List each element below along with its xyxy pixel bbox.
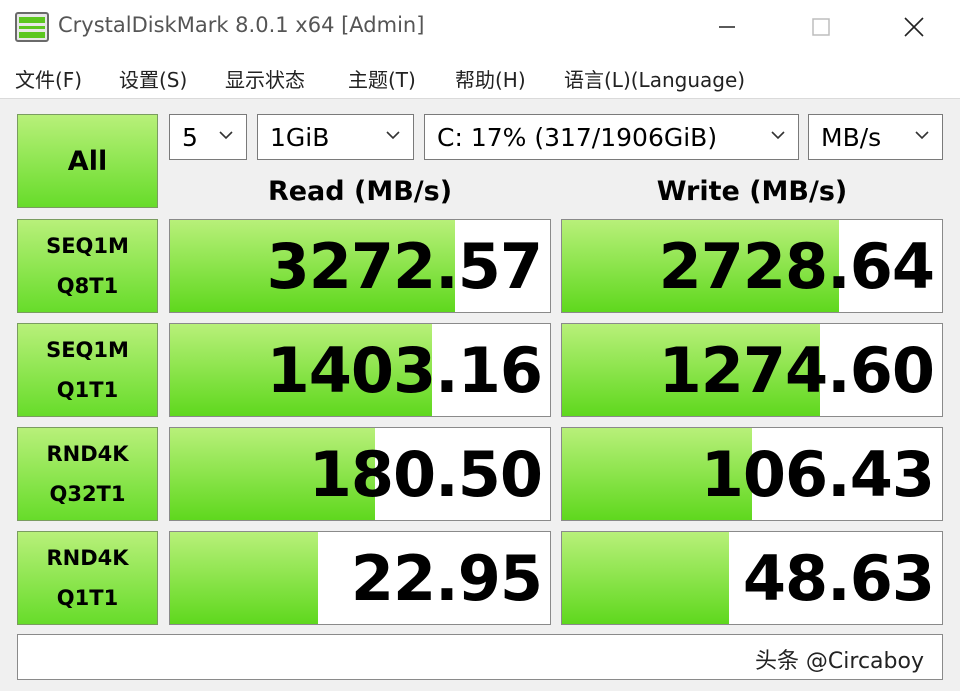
chevron-down-icon bbox=[915, 131, 929, 140]
title-bar[interactable]: CrystalDiskMark 8.0.1 x64 [Admin] bbox=[0, 0, 960, 54]
maximize-icon[interactable] bbox=[798, 0, 844, 54]
write-progress-bar bbox=[562, 532, 730, 624]
test-button-rnd4k-q1t1[interactable]: RND4K Q1T1 bbox=[17, 531, 158, 625]
read-result: 22.95 bbox=[169, 531, 551, 625]
write-result: 106.43 bbox=[561, 427, 943, 521]
test-queue: Q1T1 bbox=[56, 378, 119, 402]
drive-value: C: 17% (317/1906GiB) bbox=[437, 122, 718, 152]
menu-display[interactable]: 显示状态 bbox=[225, 64, 305, 93]
read-result: 1403.16 bbox=[169, 323, 551, 417]
test-name: RND4K bbox=[46, 546, 129, 570]
unit-select[interactable]: MB/s bbox=[808, 114, 943, 160]
test-name: SEQ1M bbox=[46, 234, 129, 258]
test-size-select[interactable]: 1GiB bbox=[257, 114, 414, 160]
test-queue: Q32T1 bbox=[49, 482, 126, 506]
unit-value: MB/s bbox=[821, 122, 882, 152]
read-header: Read (MB/s) bbox=[267, 176, 453, 207]
watermark-text: 头条 @Circaboy bbox=[754, 649, 924, 674]
write-result: 48.63 bbox=[561, 531, 943, 625]
write-result: 1274.60 bbox=[561, 323, 943, 417]
test-button-seq1m-q8t1[interactable]: SEQ1M Q8T1 bbox=[17, 219, 158, 313]
test-button-rnd4k-q32t1[interactable]: RND4K Q32T1 bbox=[17, 427, 158, 521]
write-result: 2728.64 bbox=[561, 219, 943, 313]
read-value: 22.95 bbox=[350, 542, 543, 615]
chevron-down-icon bbox=[386, 131, 400, 140]
menu-bar: 文件(F) 设置(S) 显示状态 主题(T) 帮助(H) 语言(L)(Langu… bbox=[0, 54, 960, 98]
window-title: CrystalDiskMark 8.0.1 x64 [Admin] bbox=[58, 13, 425, 37]
chevron-down-icon bbox=[771, 131, 785, 140]
test-size-value: 1GiB bbox=[270, 122, 330, 152]
read-value: 180.50 bbox=[308, 438, 543, 511]
chevron-down-icon bbox=[219, 131, 233, 140]
write-header: Write (MB/s) bbox=[656, 176, 848, 207]
minimize-icon[interactable] bbox=[704, 0, 750, 54]
test-count-value: 5 bbox=[182, 122, 198, 152]
read-result: 180.50 bbox=[169, 427, 551, 521]
menu-file[interactable]: 文件(F) bbox=[15, 64, 82, 93]
all-button[interactable]: All bbox=[17, 114, 158, 208]
test-name: SEQ1M bbox=[46, 338, 129, 362]
write-value: 106.43 bbox=[700, 438, 935, 511]
test-queue: Q1T1 bbox=[56, 586, 119, 610]
menu-language[interactable]: 语言(L)(Language) bbox=[564, 64, 745, 93]
read-value: 3272.57 bbox=[266, 230, 543, 303]
menu-settings[interactable]: 设置(S) bbox=[119, 64, 187, 93]
write-value: 1274.60 bbox=[658, 334, 935, 407]
test-queue: Q8T1 bbox=[56, 274, 119, 298]
write-value: 48.63 bbox=[742, 542, 935, 615]
drive-select[interactable]: C: 17% (317/1906GiB) bbox=[424, 114, 799, 160]
read-result: 3272.57 bbox=[169, 219, 551, 313]
disk-icon bbox=[15, 12, 49, 42]
close-icon[interactable] bbox=[891, 0, 937, 54]
menu-theme[interactable]: 主题(T) bbox=[348, 64, 416, 93]
read-value: 1403.16 bbox=[266, 334, 543, 407]
write-value: 2728.64 bbox=[658, 230, 935, 303]
test-name: RND4K bbox=[46, 442, 129, 466]
test-button-seq1m-q1t1[interactable]: SEQ1M Q1T1 bbox=[17, 323, 158, 417]
test-count-select[interactable]: 5 bbox=[169, 114, 247, 160]
read-progress-bar bbox=[170, 532, 319, 624]
comment-field[interactable]: 头条 @Circaboy bbox=[17, 634, 943, 680]
menu-help[interactable]: 帮助(H) bbox=[455, 64, 526, 93]
